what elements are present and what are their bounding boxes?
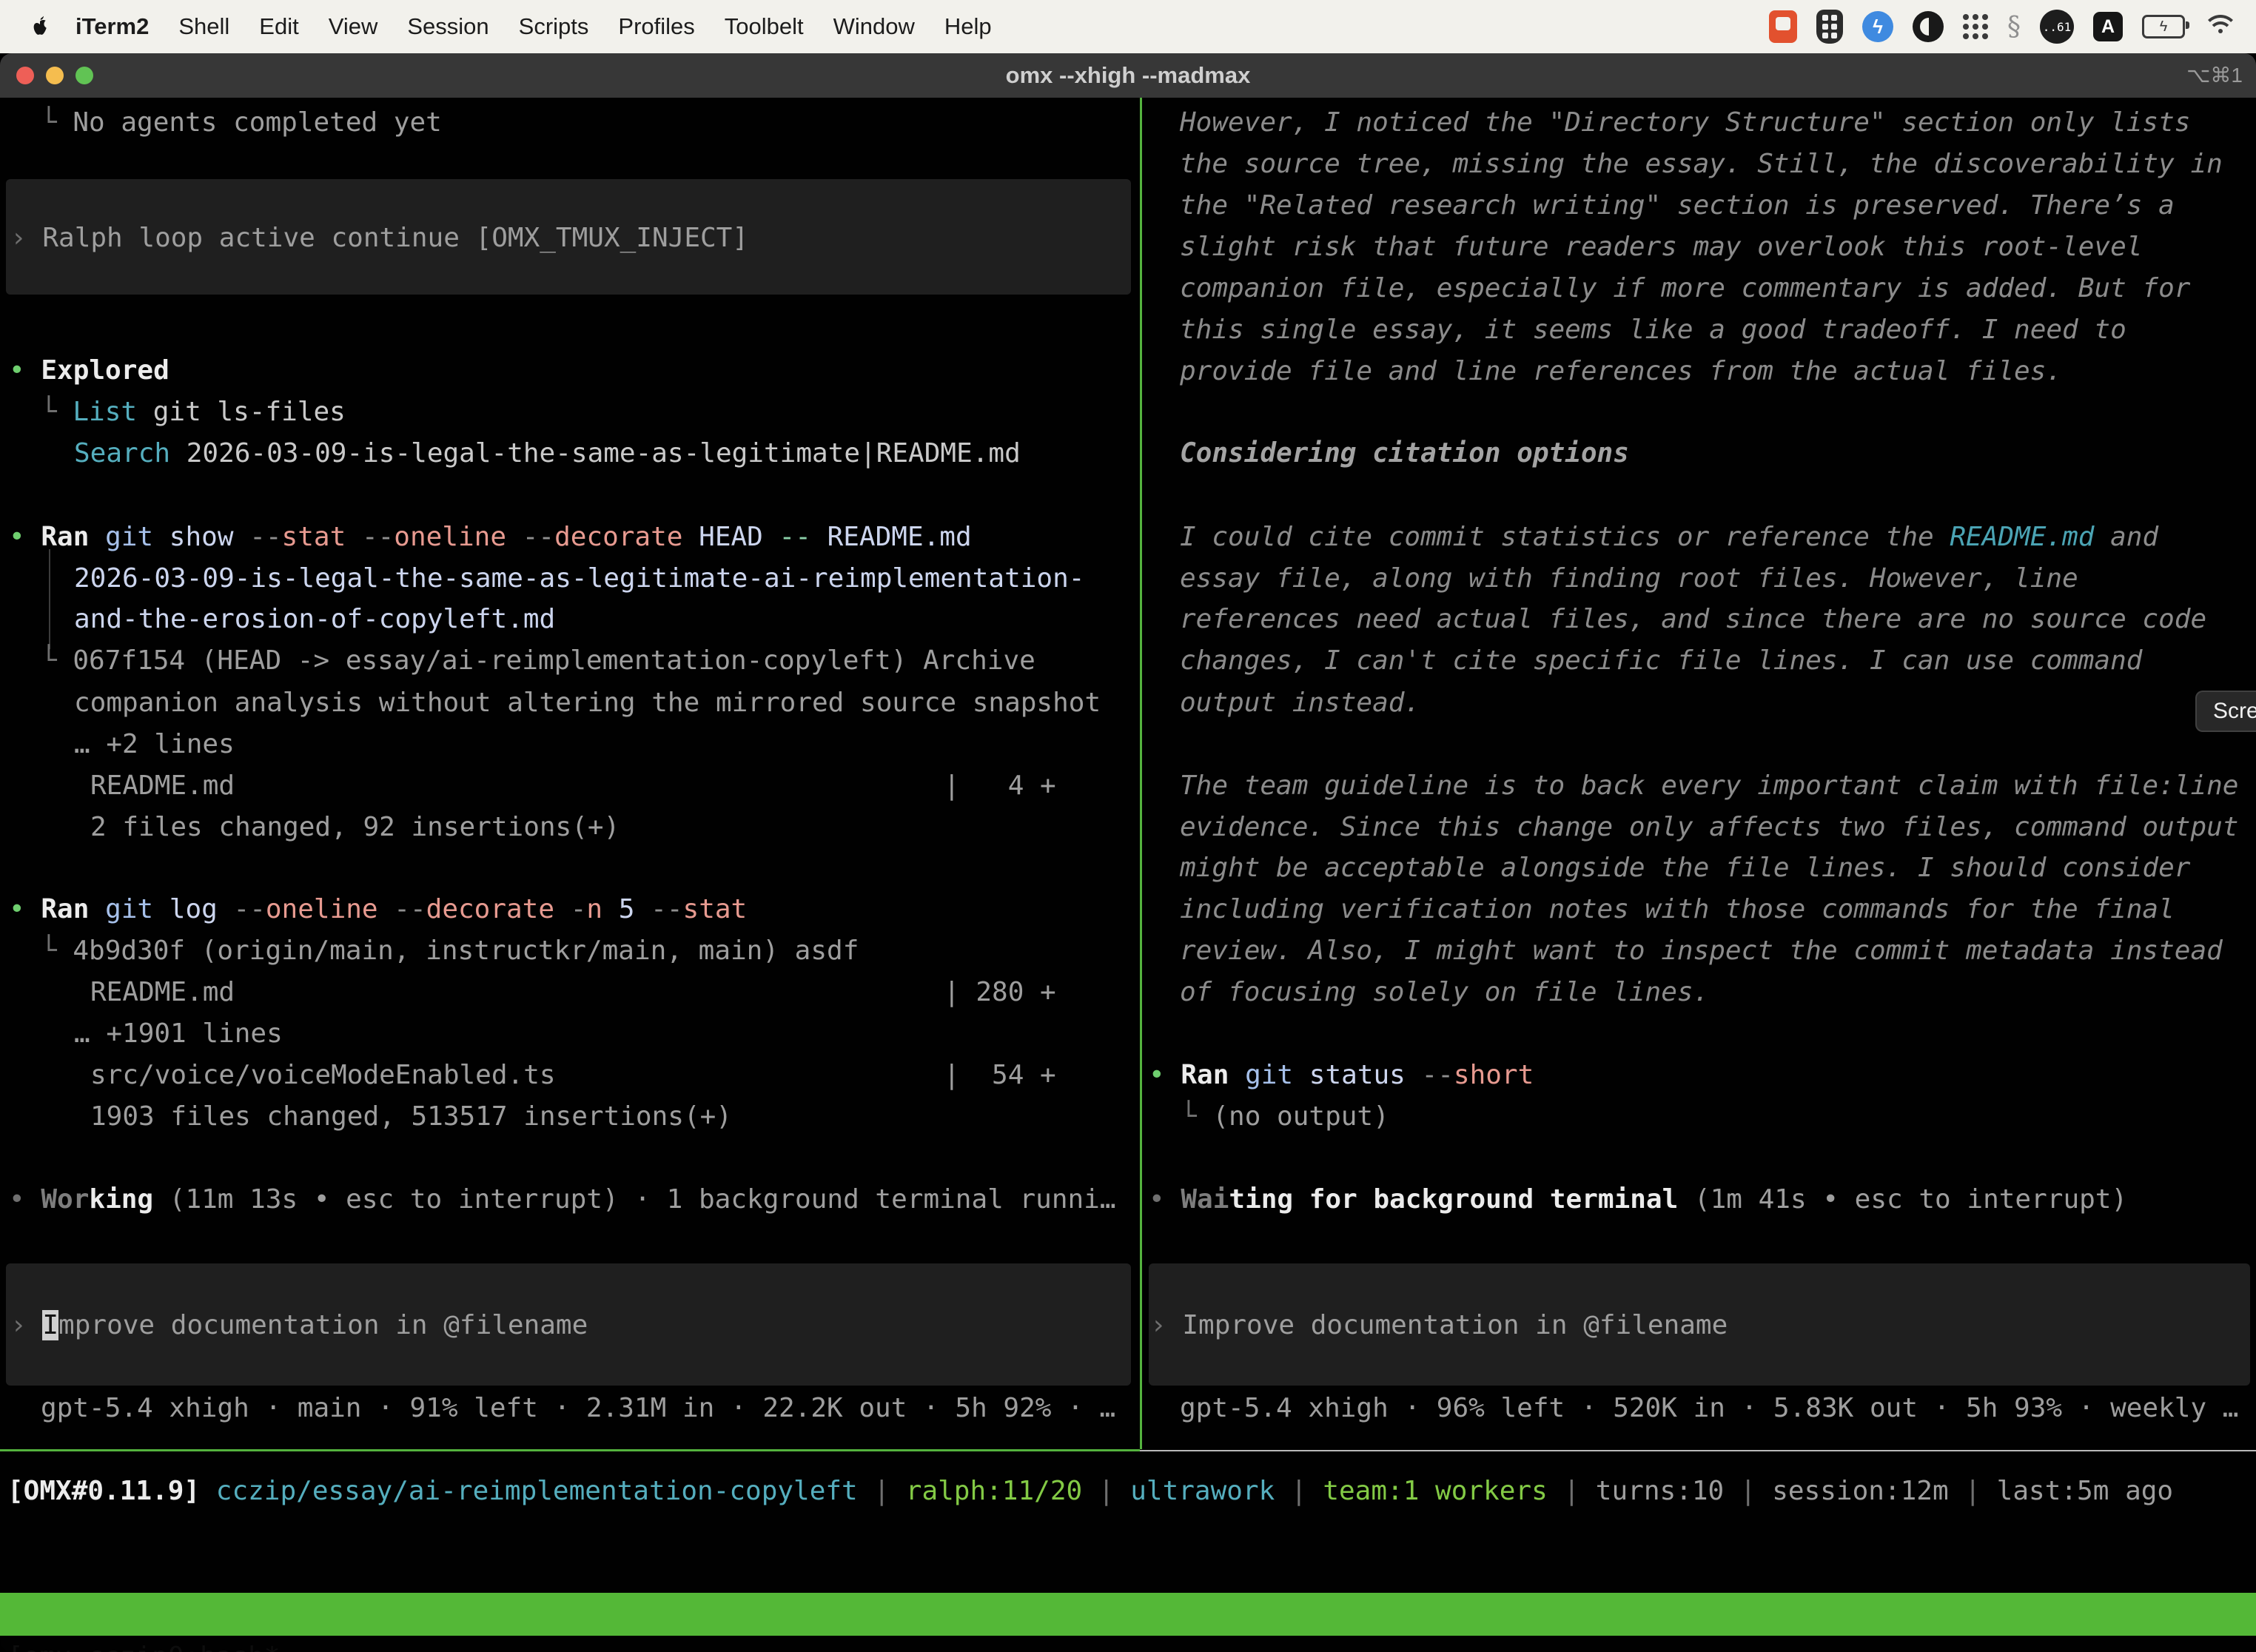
terminal-line: might be acceptable alongside the file l… — [0, 847, 2256, 889]
arc-circle-icon[interactable] — [1913, 11, 1944, 42]
desktop: iTerm2 Shell Edit View Session Scripts P… — [0, 0, 2256, 1652]
screen-overlay-label: Scre — [2195, 691, 2256, 732]
terminal-line: • Ran git log --oneline --decorate -n 5 … — [0, 888, 2256, 930]
menu-item-window[interactable]: Window — [833, 13, 915, 40]
battery-charging-icon[interactable]: ϟ — [2142, 15, 2185, 38]
menu-item-iterm2[interactable]: iTerm2 — [75, 13, 149, 40]
terminal-line: companion analysis without altering the … — [0, 682, 2256, 724]
dots-grid-icon[interactable] — [1963, 14, 1988, 39]
terminal-line: … +2 lines — [0, 723, 2256, 765]
terminal-line: 2 files changed, 92 insertions(+) — [0, 806, 2256, 848]
terminal-line: evidence. Since this change only affects… — [0, 806, 2256, 848]
iterm-window: omx --xhigh --madmax ⌥⌘1 └ No agents com… — [0, 53, 2256, 1652]
chat-app-icon[interactable] — [1769, 10, 1797, 43]
menu-item-session[interactable]: Session — [407, 13, 489, 40]
terminal-line: └ No agents completed yet — [0, 101, 2256, 144]
wifi-icon[interactable] — [2204, 15, 2237, 38]
menu-bar: iTerm2 Shell Edit View Session Scripts P… — [0, 0, 2256, 53]
terminal-line: └ List git ls-files — [0, 391, 2256, 433]
terminal-line: essay file, along with finding root file… — [0, 557, 2256, 600]
menubar-status-icons: ϟ § ..61 A ϟ — [1769, 10, 2237, 44]
a-badge-icon[interactable]: A — [2093, 12, 2123, 41]
shield-grid-icon[interactable] — [1816, 10, 1843, 44]
timer-badge-icon[interactable]: ..61 — [2040, 10, 2074, 44]
terminal-line: changes, I can't cite specific file line… — [0, 639, 2256, 682]
pane-divider[interactable] — [1140, 98, 1142, 1449]
right-terminal-pane[interactable]: However, I noticed the "Directory Struct… — [0, 98, 2256, 1652]
tmux-session-label[interactable]: [omx-cczip0:bash* — [7, 1636, 280, 1652]
terminal-line: of focusing solely on file lines. — [0, 971, 2256, 1013]
menu-item-shell[interactable]: Shell — [178, 13, 229, 40]
menu-item-profiles[interactable]: Profiles — [618, 13, 694, 40]
window-shortcut-badge: ⌥⌘1 — [2186, 53, 2243, 98]
left-terminal-pane[interactable]: └ No agents completed yet› Ralph loop ac… — [0, 98, 2256, 1652]
terminal-line: • Waiting for background terminal (1m 41… — [0, 1178, 2256, 1220]
tmux-status-bar: [omx-cczip0:bash* "MacBook-Pro-44.local"… — [0, 1593, 2256, 1636]
terminal-content: └ No agents completed yet› Ralph loop ac… — [0, 98, 2256, 1652]
apple-menu-icon[interactable] — [30, 15, 50, 38]
terminal-line: references need actual files, and since … — [0, 598, 2256, 640]
terminal-line: src/voice/voiceModeEnabled.ts| 54 + — [0, 1054, 2256, 1096]
terminal-line: The team guideline is to back every impo… — [0, 765, 2256, 807]
window-titlebar[interactable]: omx --xhigh --madmax ⌥⌘1 — [0, 53, 2256, 98]
terminal-line: gpt-5.4 xhigh · 96% left · 520K in · 5.8… — [0, 1387, 2256, 1429]
terminal-line: Considering citation options — [0, 432, 2256, 474]
terminal-line: However, I noticed the "Directory Struct… — [0, 101, 2256, 144]
terminal-line: output instead. — [0, 682, 2256, 724]
terminal-line: 1903 files changed, 513517 insertions(+) — [0, 1095, 2256, 1138]
terminal-line: • Ran git status --short — [0, 1054, 2256, 1096]
terminal-line: this single essay, it seems like a good … — [0, 309, 2256, 351]
prompt-box-right[interactable] — [1149, 1263, 2250, 1386]
terminal-line: └ (no output) — [0, 1095, 2256, 1138]
window-title: omx --xhigh --madmax — [0, 53, 2256, 98]
terminal-line: review. Also, I might want to inspect th… — [0, 930, 2256, 972]
terminal-line: 2026-03-09-is-legal-the-same-as-legitima… — [0, 557, 2256, 600]
terminal-line: • Explored — [0, 349, 2256, 392]
terminal-line: └ 067f154 (HEAD -> essay/ai-reimplementa… — [0, 639, 2256, 682]
inject-banner — [6, 179, 1131, 295]
menu-item-scripts[interactable]: Scripts — [519, 13, 589, 40]
terminal-line: provide file and line references from th… — [0, 350, 2256, 392]
separator-right — [1140, 1450, 2256, 1451]
terminal-line: README.md| 4 + — [0, 765, 2256, 807]
terminal-line: gpt-5.4 xhigh · main · 91% left · 2.31M … — [0, 1387, 2256, 1429]
terminal-line: └ 4b9d30f (origin/main, instructkr/main,… — [0, 930, 2256, 972]
menu-item-view[interactable]: View — [329, 13, 378, 40]
menu-item-edit[interactable]: Edit — [259, 13, 298, 40]
terminal-line: including verification notes with those … — [0, 888, 2256, 930]
terminal-line: … +1901 lines — [0, 1013, 2256, 1055]
separator-left — [0, 1449, 1140, 1451]
tree-connector-line — [49, 549, 50, 649]
terminal-line: • Working (11m 13s • esc to interrupt) ·… — [0, 1178, 2256, 1220]
menu-item-help[interactable]: Help — [944, 13, 992, 40]
terminal-line: • Ran git show --stat --oneline --decora… — [0, 516, 2256, 558]
terminal-line: Search 2026-03-09-is-legal-the-same-as-l… — [0, 432, 2256, 474]
omx-status-line: [OMX#0.11.9] cczip/essay/ai-reimplementa… — [0, 98, 2256, 1652]
terminal-line: README.md| 280 + — [0, 971, 2256, 1013]
hook-icon[interactable]: § — [2007, 12, 2021, 42]
menu-item-toolbelt[interactable]: Toolbelt — [725, 13, 804, 40]
terminal-line: I could cite commit statistics or refere… — [0, 516, 2256, 558]
terminal-line: [OMX#0.11.9] cczip/essay/ai-reimplementa… — [0, 1470, 2256, 1512]
prompt-box-left[interactable] — [6, 1263, 1131, 1386]
bolt-circle-icon[interactable]: ϟ — [1862, 11, 1893, 42]
terminal-line: and-the-erosion-of-copyleft.md — [0, 598, 2256, 640]
